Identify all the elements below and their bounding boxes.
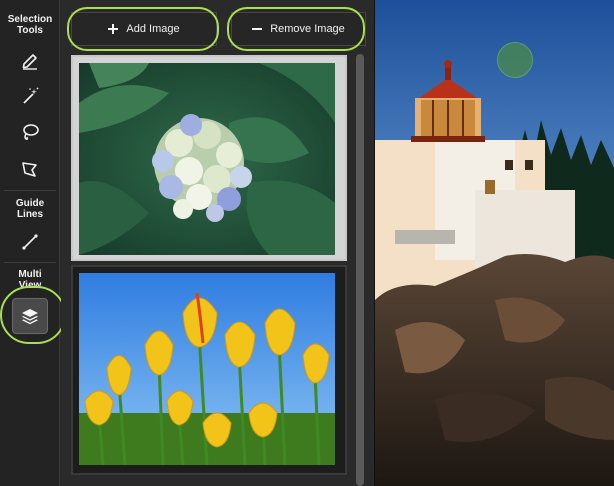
hydrangea-image	[79, 63, 335, 255]
magic-wand-icon	[23, 87, 39, 104]
thumbnail-hydrangea[interactable]	[71, 55, 347, 261]
polygon-lasso-tool-button[interactable]	[15, 155, 45, 183]
guide-lines-heading: Guide Lines	[15, 198, 45, 220]
scrollbar-thumb[interactable]	[356, 54, 364, 486]
add-image-label: Add Image	[126, 23, 180, 35]
pencil-icon	[22, 54, 37, 70]
plus-icon	[108, 24, 119, 34]
pencil-tool-button[interactable]	[15, 46, 45, 74]
thumbnail-list	[61, 52, 353, 486]
navigation-circle[interactable]	[497, 42, 533, 78]
magic-wand-tool-button[interactable]	[15, 82, 45, 110]
lasso-icon	[23, 124, 39, 140]
remove-image-label: Remove Image	[270, 23, 345, 35]
minus-icon	[252, 24, 263, 34]
thumbnail-scrollbar[interactable]	[353, 52, 367, 486]
selection-tools-heading: Selection Tools	[7, 14, 53, 36]
layers-icon	[22, 309, 38, 325]
line-icon	[22, 234, 38, 250]
multi-view-button[interactable]	[12, 298, 48, 334]
remove-image-button[interactable]: Remove Image	[231, 12, 366, 46]
guide-line-tool-button[interactable]	[15, 228, 45, 256]
polygon-lasso-icon	[22, 162, 37, 177]
lasso-tool-button[interactable]	[15, 118, 45, 146]
image-list-panel: Add Image Remove Image	[61, 0, 374, 486]
image-list-toolbar: Add Image Remove Image	[61, 0, 374, 51]
tulips-image	[79, 273, 335, 465]
tool-strip: Selection Tools Guide Lines Multi View	[0, 0, 66, 486]
multi-view-heading: Multi View	[18, 269, 42, 291]
thumbnail-tulips[interactable]	[71, 265, 347, 475]
tool-divider	[4, 190, 56, 191]
lighthouse-image	[375, 0, 614, 486]
tool-divider	[4, 262, 56, 263]
add-image-button[interactable]: Add Image	[71, 12, 217, 46]
image-canvas[interactable]	[374, 0, 614, 486]
